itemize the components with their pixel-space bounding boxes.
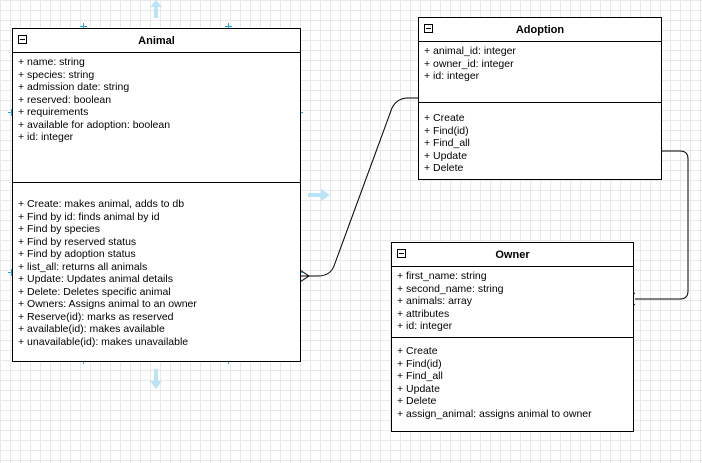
method-item: + Delete <box>397 395 437 407</box>
animal-attributes[interactable]: + name: string + species: string + admis… <box>13 53 300 183</box>
method-item: + Create <box>424 112 465 124</box>
method-item: + Create <box>397 345 438 357</box>
owner-methods[interactable]: + Create + Find(id) + Find_all + Update … <box>392 338 633 423</box>
collapse-icon[interactable] <box>18 35 27 44</box>
method-item: + Find(id) <box>424 124 469 137</box>
method-item: + Find_all <box>397 370 443 382</box>
adoption-attributes[interactable]: + animal_id: integer + owner_id: integer… <box>419 42 661 103</box>
attribute-item: + animals: array <box>397 295 472 307</box>
method-item: + Find by reserved status <box>18 235 137 248</box>
attribute-item: + animal_id: integer <box>424 45 516 57</box>
adoption-methods[interactable]: + Create + Find(id) + Find_all + Update … <box>419 103 661 178</box>
attribute-item: + first_name: string <box>397 270 487 282</box>
attribute-item: + id: integer <box>18 131 74 143</box>
attribute-item: + reserved: boolean <box>18 93 112 106</box>
method-item: + available(id): makes available <box>18 323 165 335</box>
attribute-item: + species: string <box>18 68 95 81</box>
method-item: + Find by species <box>18 223 101 235</box>
attribute-item: + requirements <box>18 106 89 118</box>
attribute-item: + attributes <box>397 307 450 320</box>
attribute-item: + owner_id: integer <box>424 57 514 70</box>
adoption-class-title: Adoption <box>515 24 565 36</box>
method-item: + Create: makes animal, adds to db <box>18 198 185 210</box>
animal-class-box[interactable]: Animal + name: string + species: string … <box>12 28 301 362</box>
owner-class-box[interactable]: Owner + first_name: string + second_name… <box>391 242 634 432</box>
attribute-item: + id: integer <box>397 320 453 332</box>
resize-arrow-up-icon[interactable] <box>148 0 164 18</box>
diagram-canvas[interactable]: Animal + name: string + species: string … <box>0 0 702 463</box>
attribute-item: + id: integer <box>424 70 480 82</box>
attribute-item: + admission date: string <box>18 81 130 93</box>
animal-class-title: Animal <box>138 35 175 47</box>
method-item: + assign_animal: assigns animal to owner <box>397 407 592 420</box>
method-item: + Update <box>397 382 440 395</box>
adoption-class-box[interactable]: Adoption + animal_id: integer + owner_id… <box>418 17 662 180</box>
method-item: + unavailable(id): makes unavailable <box>18 335 189 348</box>
method-item: + Find by id: finds animal by id <box>18 210 160 223</box>
method-item: + Find by adoption status <box>18 248 136 260</box>
method-item: + Owners: Assigns animal to an owner <box>18 298 197 310</box>
animal-methods[interactable]: + Create: makes animal, adds to db + Fin… <box>13 183 300 351</box>
method-item: + Delete <box>424 162 464 174</box>
owner-attributes[interactable]: + first_name: string + second_name: stri… <box>392 267 633 338</box>
attribute-item: + available for adoption: boolean <box>18 118 171 131</box>
resize-arrow-right-icon[interactable] <box>308 187 330 203</box>
method-item: + Reserve(id): marks as reserved <box>18 310 174 323</box>
collapse-icon[interactable] <box>397 249 406 258</box>
attribute-item: + second_name: string <box>397 282 504 295</box>
adoption-class-header[interactable]: Adoption <box>419 18 661 42</box>
method-item: + Update <box>424 149 467 162</box>
attribute-item: + name: string <box>18 56 85 68</box>
method-item: + Find(id) <box>397 357 442 370</box>
method-item: + Update: Updates animal details <box>18 273 173 285</box>
owner-class-header[interactable]: Owner <box>392 243 633 267</box>
collapse-icon[interactable] <box>424 24 433 33</box>
resize-arrow-down-icon[interactable] <box>148 369 164 389</box>
owner-class-title: Owner <box>495 249 530 261</box>
method-item: + Find_all <box>424 137 470 149</box>
animal-class-header[interactable]: Animal <box>13 29 300 53</box>
method-item: + list_all: returns all animals <box>18 260 148 273</box>
method-item: + Delete: Deletes specific animal <box>18 285 171 298</box>
